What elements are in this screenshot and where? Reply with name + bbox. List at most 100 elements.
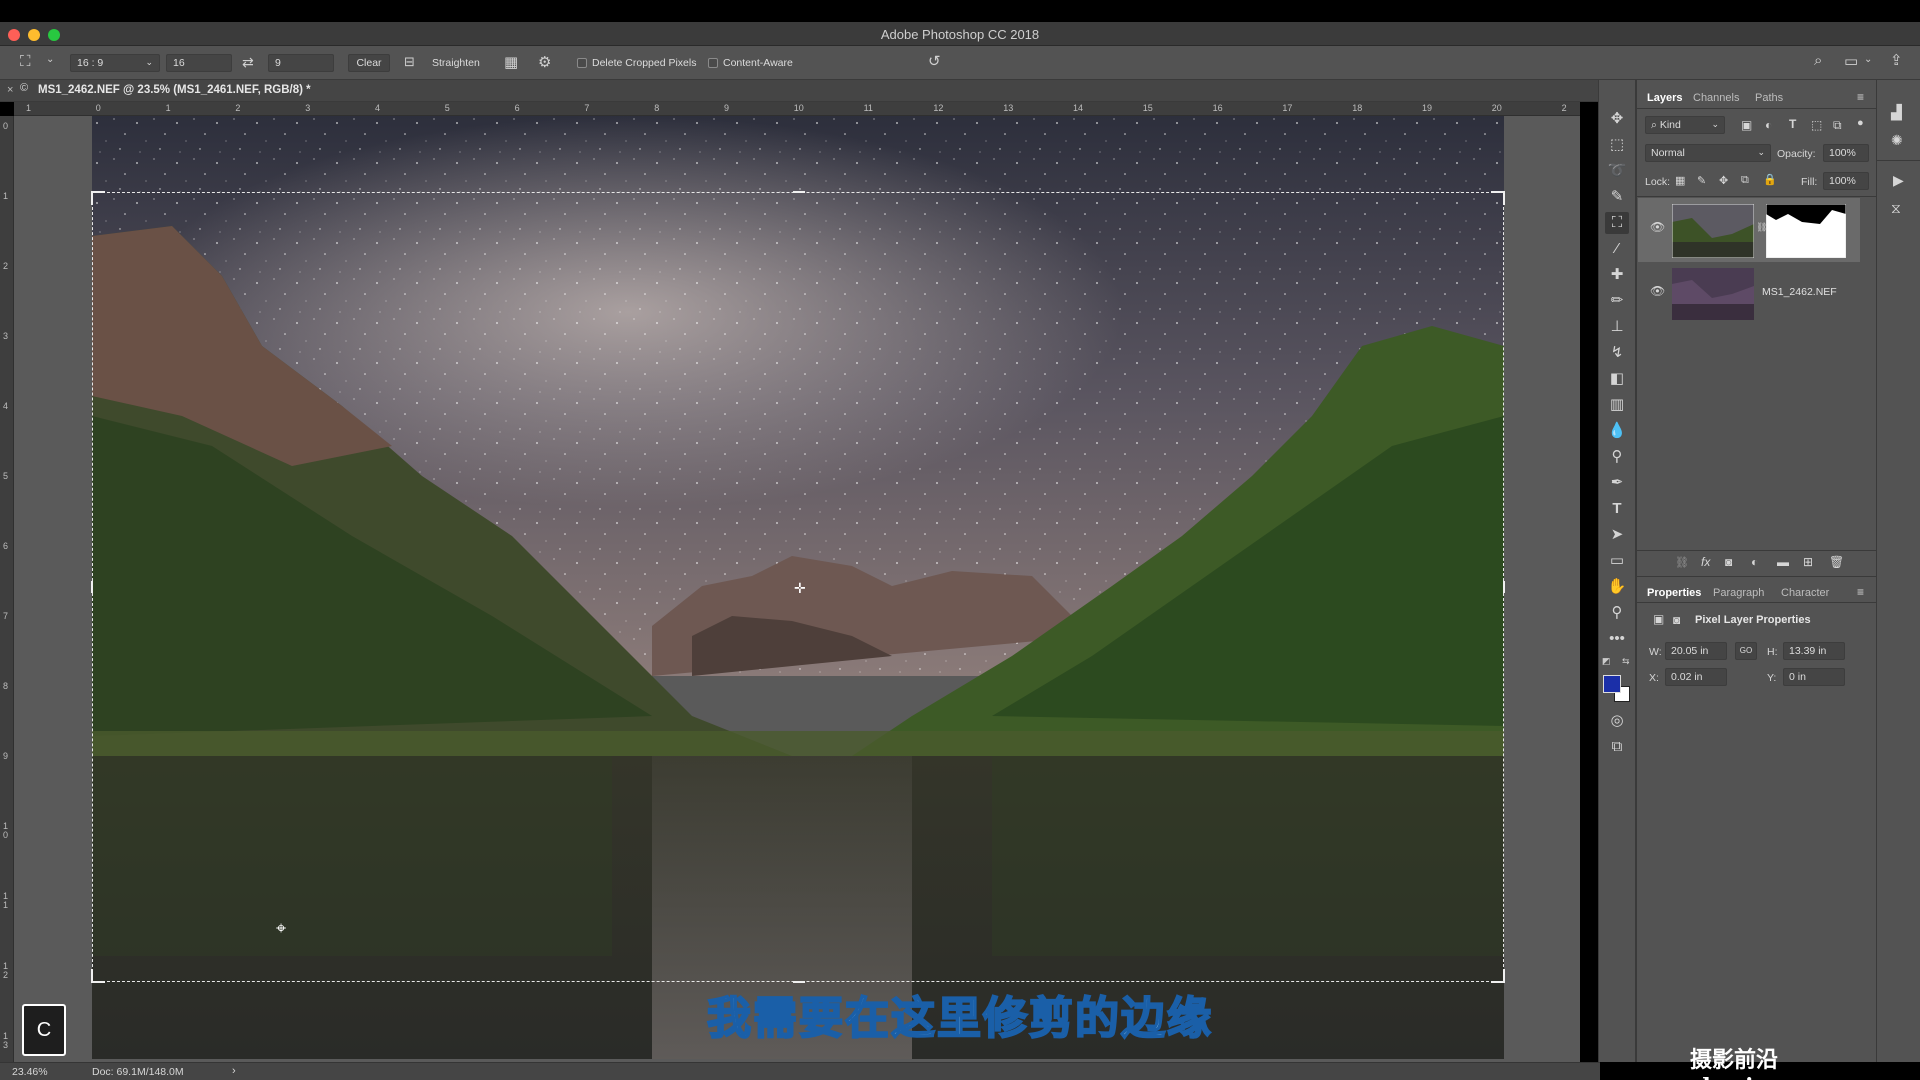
filter-pixel-icon[interactable]: ▣ (1741, 118, 1752, 132)
swap-dimensions-icon[interactable]: ⇄ (242, 54, 254, 71)
crop-handle-bottom-left[interactable] (91, 969, 105, 983)
more-tools-icon[interactable]: ••• (1605, 628, 1629, 650)
link-layers-icon[interactable]: ⛓ (1675, 556, 1689, 569)
chevron-down-icon[interactable]: ⌄ (46, 54, 54, 65)
crop-handle-left[interactable] (91, 581, 95, 593)
layer-filter-select[interactable]: ⌕ Kind ⌄ (1645, 116, 1725, 134)
eyedropper-tool-icon[interactable]: ⁄ (1605, 238, 1629, 260)
tab-properties[interactable]: Properties (1647, 587, 1701, 599)
workspace-icon[interactable]: ▭ (1844, 52, 1858, 70)
screen-mode-icon[interactable]: ⧉ (1605, 736, 1629, 758)
panel-menu-icon[interactable]: ≡ (1857, 90, 1864, 104)
lock-position-icon[interactable]: ✥ (1719, 174, 1728, 187)
lock-all-icon[interactable]: 🔒 (1763, 173, 1777, 186)
fill-input[interactable]: 100% (1823, 172, 1869, 190)
stamp-tool-icon[interactable]: ⊥ (1605, 316, 1629, 338)
trash-icon[interactable]: 🗑 (1829, 555, 1844, 569)
gear-icon[interactable]: ⚙ (538, 53, 551, 71)
type-tool-icon[interactable]: T (1605, 498, 1629, 520)
move-tool-icon[interactable]: ✥ (1605, 108, 1629, 130)
histogram-icon[interactable]: ▟ (1891, 104, 1902, 121)
blend-mode-select[interactable]: Normal ⌄ (1645, 144, 1771, 162)
crop-handle-right[interactable] (1501, 581, 1505, 593)
quick-select-tool-icon[interactable]: ✎ (1605, 186, 1629, 208)
delete-cropped-checkbox[interactable] (577, 58, 587, 68)
crop-handle-top-right[interactable] (1491, 191, 1505, 205)
overlay-grid-icon[interactable]: ▦ (504, 53, 518, 71)
pen-tool-icon[interactable]: ✒ (1605, 472, 1629, 494)
add-mask-icon[interactable]: ◙ (1725, 555, 1732, 569)
lasso-tool-icon[interactable]: ➰ (1605, 160, 1629, 182)
share-icon[interactable]: ⇪ (1890, 51, 1903, 69)
ratio-select[interactable]: 16 : 9 ⌄ (70, 54, 160, 72)
crop-height-input[interactable]: 9 (268, 54, 334, 72)
reset-crop-icon[interactable]: ↺ (928, 52, 941, 70)
width-input[interactable]: 20.05 in (1665, 642, 1727, 660)
path-select-tool-icon[interactable]: ➤ (1605, 524, 1629, 546)
layer-row[interactable]: 👁 MS1_2462.NEF (1638, 264, 1860, 324)
tab-paths[interactable]: Paths (1755, 92, 1783, 104)
crop-handle-top-left[interactable] (91, 191, 105, 205)
chevron-right-icon[interactable]: › (232, 1065, 236, 1077)
layer-mask-thumbnail[interactable] (1766, 204, 1846, 258)
fx-icon[interactable]: fx (1701, 555, 1710, 569)
foreground-color-swatch[interactable] (1603, 675, 1621, 693)
tab-layers[interactable]: Layers (1647, 92, 1682, 104)
filter-smart-icon[interactable]: ⧉ (1833, 118, 1842, 133)
document-tab[interactable]: × © MS1_2462.NEF @ 23.5% (MS1_2461.NEF, … (0, 80, 1600, 102)
crop-tool-active-icon[interactable]: ⛶ (1605, 212, 1629, 234)
tab-paragraph[interactable]: Paragraph (1713, 587, 1764, 599)
rectangle-tool-icon[interactable]: ▭ (1605, 550, 1629, 572)
horizontal-ruler[interactable]: 1 0 1 2 3 4 5 6 7 8 9 10 11 12 13 14 15 16 17 18 19 20 2 (14, 102, 1580, 116)
crop-handle-bottom-right[interactable] (1491, 969, 1505, 983)
swap-colors-icon[interactable]: ⇆ (1622, 656, 1630, 667)
eraser-tool-icon[interactable]: ◧ (1605, 368, 1629, 390)
height-input[interactable]: 13.39 in (1783, 642, 1845, 660)
layer-row[interactable]: 👁 ⛓ (1638, 198, 1860, 262)
y-input[interactable]: 0 in (1783, 668, 1845, 686)
panel-menu-icon[interactable]: ≡ (1857, 585, 1864, 599)
adjustment-layer-icon[interactable]: ◐ (1751, 555, 1758, 569)
lock-image-icon[interactable]: ✎ (1697, 174, 1706, 187)
level-icon[interactable]: ⊟ (404, 54, 415, 70)
default-colors-icon[interactable]: ◩ (1602, 656, 1611, 667)
filter-adjustment-icon[interactable]: ◐ (1765, 118, 1772, 132)
history-icon[interactable]: ⧖ (1891, 200, 1901, 217)
zoom-level[interactable]: 23.46% (12, 1066, 48, 1078)
dodge-tool-icon[interactable]: ⚲ (1605, 446, 1629, 468)
search-icon[interactable]: ⌕ (1814, 52, 1822, 69)
crop-handle-top[interactable] (793, 191, 805, 195)
layer-name[interactable]: MS1_2462.NEF (1762, 286, 1837, 298)
zoom-tool-icon[interactable]: ⚲ (1605, 602, 1629, 624)
close-icon[interactable]: × (7, 84, 13, 96)
actions-play-icon[interactable]: ▶ (1893, 172, 1904, 189)
content-aware-checkbox[interactable] (708, 58, 718, 68)
marquee-tool-icon[interactable]: ⬚ (1605, 134, 1629, 156)
tab-channels[interactable]: Channels (1693, 92, 1739, 104)
doc-size-info[interactable]: Doc: 69.1M/148.0M (92, 1066, 184, 1078)
hand-tool-icon[interactable]: ✋ (1605, 576, 1629, 598)
crop-width-input[interactable]: 16 (166, 54, 232, 72)
vertical-ruler[interactable]: 0 1 2 3 4 5 6 7 8 9 10 11 12 13 (0, 116, 14, 1062)
straighten-button[interactable]: Straighten (432, 57, 480, 69)
filter-toggle-icon[interactable]: ● (1857, 117, 1864, 129)
blur-tool-icon[interactable]: 💧 (1605, 420, 1629, 442)
new-layer-icon[interactable]: ⊞ (1803, 555, 1813, 569)
navigator-icon[interactable]: ✺ (1891, 132, 1903, 149)
eye-visibility-icon[interactable]: 👁 (1650, 284, 1665, 298)
lock-artboard-icon[interactable]: ⧉ (1741, 174, 1749, 187)
brush-tool-icon[interactable]: ✏ (1605, 290, 1629, 312)
lock-transparent-icon[interactable]: ▦ (1675, 174, 1685, 187)
clear-button[interactable]: Clear (348, 54, 390, 72)
filter-shape-icon[interactable]: ⬚ (1811, 118, 1822, 132)
healing-tool-icon[interactable]: ✚ (1605, 264, 1629, 286)
filter-type-icon[interactable]: T (1789, 117, 1796, 131)
tab-character[interactable]: Character (1781, 587, 1829, 599)
history-brush-tool-icon[interactable]: ↯ (1605, 342, 1629, 364)
chevron-down-icon[interactable]: ⌄ (1864, 54, 1872, 65)
new-group-icon[interactable]: ▬ (1777, 555, 1789, 569)
crop-tool-icon[interactable]: ⛶ (20, 53, 31, 70)
quick-mask-icon[interactable]: ◎ (1605, 710, 1629, 732)
opacity-input[interactable]: 100% (1823, 144, 1869, 162)
x-input[interactable]: 0.02 in (1665, 668, 1727, 686)
